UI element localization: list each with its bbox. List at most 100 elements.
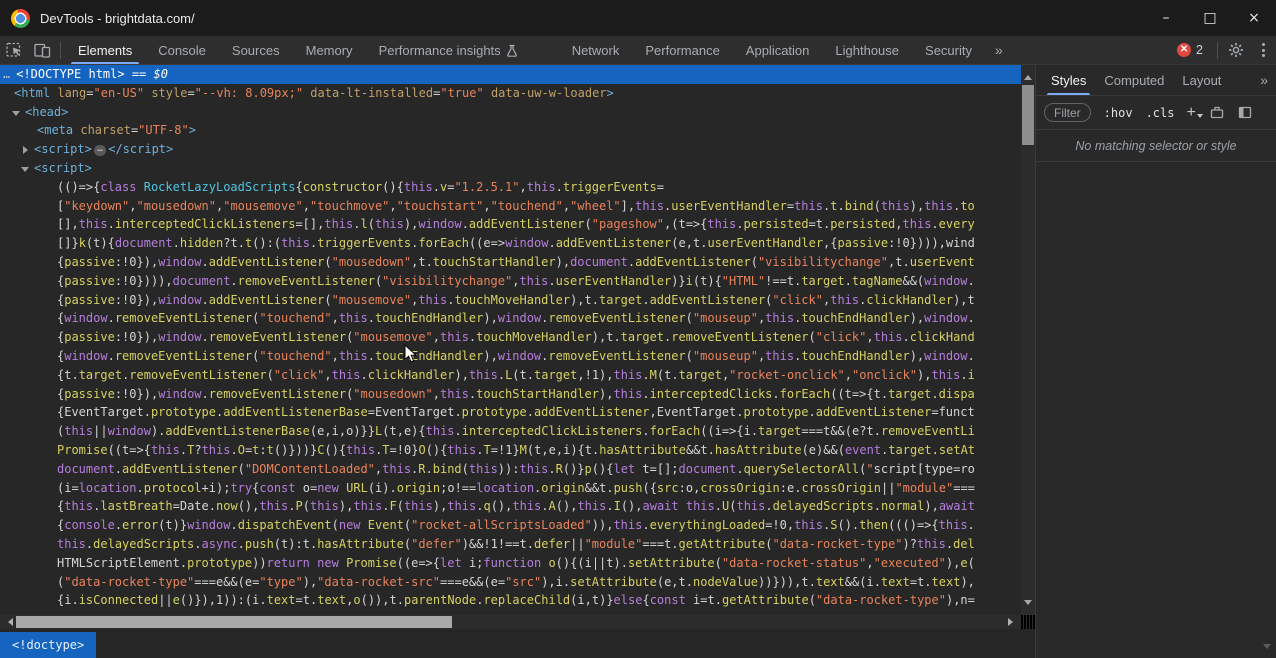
- inspect-element-icon[interactable]: [0, 36, 28, 64]
- dom-tree-row[interactable]: <meta charset="UTF-8">: [0, 121, 1021, 140]
- close-button[interactable]: ×: [1232, 0, 1276, 36]
- new-style-rule-button[interactable]: +: [1186, 106, 1195, 120]
- show-more-icon: …: [3, 67, 11, 81]
- script-code-line[interactable]: {console.error(t)}window.dispatchEvent(n…: [0, 516, 1021, 535]
- styles-sidebar-tabs: StylesComputedLayout »: [1036, 65, 1276, 96]
- toggle-classes-button[interactable]: .cls: [1146, 106, 1175, 120]
- more-tabs-icon[interactable]: »: [985, 36, 1013, 64]
- styles-sidebar: StylesComputedLayout » Filter :hov .cls …: [1035, 65, 1276, 658]
- tab-console[interactable]: Console: [145, 36, 219, 64]
- script-code-line[interactable]: this.delayedScripts.async.push(t):t.hasA…: [0, 535, 1021, 554]
- doctype-row-selected[interactable]: …<!DOCTYPE html> == $0: [0, 65, 1021, 84]
- tab-memory[interactable]: Memory: [293, 36, 366, 64]
- toolbar-separator: [60, 42, 61, 59]
- script-code-line[interactable]: {window.removeEventListener("touchend",t…: [0, 347, 1021, 366]
- script-code-line[interactable]: {passive:!0}),window.removeEventListener…: [0, 328, 1021, 347]
- styles-filter-input[interactable]: Filter: [1044, 103, 1091, 122]
- tab-performance[interactable]: Performance: [632, 36, 732, 64]
- tab-elements[interactable]: Elements: [65, 36, 145, 64]
- script-code-line[interactable]: {EventTarget.prototype.addEventListenerB…: [0, 403, 1021, 422]
- script-code-line[interactable]: {i.isConnected||e()}),1)):(i.text=t.text…: [0, 591, 1021, 610]
- script-code-line[interactable]: {passive:!0}),window.addEventListener("m…: [0, 291, 1021, 310]
- tab-application[interactable]: Application: [733, 36, 823, 64]
- script-code-line[interactable]: (i=location.protocol+i);try{const o=new …: [0, 479, 1021, 498]
- script-code-line[interactable]: {t.target.removeEventListener("click",th…: [0, 366, 1021, 385]
- dom-tree-row[interactable]: <script>: [0, 159, 1021, 178]
- vertical-scroll-thumb[interactable]: [1022, 85, 1034, 145]
- styles-toolbar: Filter :hov .cls +: [1036, 96, 1276, 130]
- toolbar-separator: [1217, 42, 1218, 59]
- tab-network[interactable]: Network: [559, 36, 633, 64]
- script-code-line[interactable]: {passive:!0}),window.addEventListener("m…: [0, 253, 1021, 272]
- tab-lighthouse[interactable]: Lighthouse: [822, 36, 912, 64]
- script-code-line[interactable]: {passive:!0}))),document.removeEventList…: [0, 272, 1021, 291]
- dom-tree-row[interactable]: <head>: [0, 103, 1021, 122]
- tab-label: Sources: [232, 43, 280, 58]
- error-badge[interactable]: ✕ 2: [1177, 43, 1203, 57]
- window-controls: – □ ×: [1144, 0, 1276, 36]
- minimize-button[interactable]: –: [1144, 0, 1188, 36]
- rendering-emulation-icon[interactable]: [1210, 106, 1224, 119]
- maximize-button[interactable]: □: [1188, 0, 1232, 36]
- scrollbar-corner: [1021, 615, 1035, 629]
- script-code-line[interactable]: (this||window).addEventListenerBase(e,i,…: [0, 422, 1021, 441]
- horizontal-scroll-thumb[interactable]: [16, 616, 452, 628]
- tab-sources[interactable]: Sources: [219, 36, 293, 64]
- script-code-line[interactable]: {this.lastBreath=Date.now(),this.P(this)…: [0, 497, 1021, 516]
- mouse-cursor: [404, 344, 417, 363]
- no-styles-message: No matching selector or style: [1036, 130, 1276, 162]
- settings-gear-icon[interactable]: [1222, 36, 1250, 64]
- tab-label: Performance insights: [379, 43, 501, 58]
- breadcrumb-bar: <!doctype>: [0, 629, 1035, 658]
- script-code-line[interactable]: HTMLScriptElement.prototype))return new …: [0, 554, 1021, 573]
- sidebar-tab-computed[interactable]: Computed: [1095, 65, 1173, 95]
- tab-label: Console: [158, 43, 206, 58]
- chrome-logo-icon: [11, 9, 30, 28]
- window-title: DevTools - brightdata.com/: [40, 11, 195, 26]
- dom-tree-row[interactable]: <script>…</script>: [0, 140, 1021, 159]
- devtools-toolbar: Elements Console Sources Memory Performance …: [0, 36, 1276, 65]
- tab-label: Lighthouse: [835, 43, 899, 58]
- more-options-icon[interactable]: [1250, 43, 1276, 57]
- sidebar-overflow-icon[interactable]: »: [1260, 72, 1268, 88]
- script-code-line[interactable]: (()=>{class RocketLazyLoadScripts{constr…: [0, 178, 1021, 197]
- dock-sidebar-toggle-icon[interactable]: [1238, 106, 1252, 119]
- dom-tree-row[interactable]: <html lang="en-US" style="--vh: 8.09px;"…: [0, 84, 1021, 103]
- script-code-line[interactable]: Promise((t=>{this.T?this.O=t:t()}))}C(){…: [0, 441, 1021, 460]
- tab-label: »: [995, 42, 1003, 58]
- scroll-up-arrow[interactable]: [1024, 71, 1032, 80]
- inline-expand-icon[interactable]: …: [94, 145, 106, 156]
- sidebar-tab-styles[interactable]: Styles: [1042, 65, 1095, 95]
- tab-label: Network: [572, 43, 620, 58]
- script-code-line[interactable]: ["keydown","mousedown","mousemove","touc…: [0, 197, 1021, 216]
- horizontal-scrollbar[interactable]: [0, 615, 1021, 629]
- breadcrumb-doctype[interactable]: <!doctype>: [0, 632, 96, 658]
- tab-label: Application: [746, 43, 810, 58]
- script-code-line[interactable]: {passive:!0}),window.removeEventListener…: [0, 385, 1021, 404]
- toggle-element-state-button[interactable]: :hov: [1104, 106, 1133, 120]
- script-code-line[interactable]: {window.removeEventListener("touchend",t…: [0, 309, 1021, 328]
- scroll-down-arrow[interactable]: [1024, 600, 1032, 609]
- vertical-scrollbar[interactable]: [1021, 65, 1035, 615]
- scroll-right-arrow[interactable]: [1008, 618, 1017, 626]
- panel-tabs: Elements Console Sources Memory Performance …: [65, 36, 1013, 64]
- dom-tree: …<!DOCTYPE html> == $0<html lang="en-US"…: [0, 65, 1021, 615]
- expand-arrow-icon: [12, 111, 20, 120]
- tab-performance-insights[interactable]: Performance insights: [366, 36, 531, 64]
- device-toolbar-icon[interactable]: [28, 36, 56, 64]
- scroll-left-arrow[interactable]: [4, 618, 13, 626]
- error-icon: ✕: [1177, 43, 1191, 57]
- tab-security[interactable]: Security: [912, 36, 985, 64]
- tab-label: Elements: [78, 43, 132, 58]
- expand-arrow-icon: [21, 167, 29, 176]
- error-count: 2: [1196, 43, 1203, 57]
- title-bar: DevTools - brightdata.com/ – □ ×: [0, 0, 1276, 36]
- tab-label: Performance: [645, 43, 719, 58]
- tab-label: Security: [925, 43, 972, 58]
- script-code-line[interactable]: document.addEventListener("DOMContentLoa…: [0, 460, 1021, 479]
- script-code-line[interactable]: []}k(t){document.hidden?t.t():(this.trig…: [0, 234, 1021, 253]
- script-code-line[interactable]: ("data-rocket-type"===e&&(e="type"),"dat…: [0, 573, 1021, 592]
- sidebar-scroll-down-arrow[interactable]: [1263, 644, 1271, 653]
- sidebar-tab-layout[interactable]: Layout: [1173, 65, 1230, 95]
- script-code-line[interactable]: [],this.interceptedClickListeners=[],thi…: [0, 215, 1021, 234]
